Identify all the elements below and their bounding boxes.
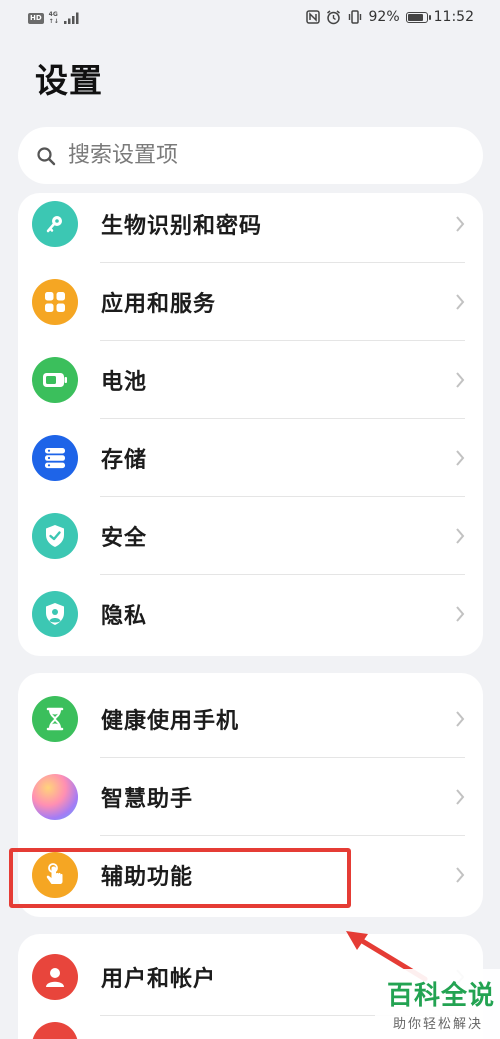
settings-item-storage[interactable]: 存储 xyxy=(18,419,483,497)
settings-group-1: 生物识别和密码 应用和服务 电池 存储 安全 隐私 xyxy=(18,193,483,656)
watermark: 百科全说 助你轻松解决 xyxy=(375,969,500,1039)
clock: 11:52 xyxy=(433,9,474,25)
search-input[interactable] xyxy=(66,142,450,169)
settings-item-assistant[interactable]: 智慧助手 xyxy=(18,758,483,836)
settings-item-label: 电池 xyxy=(101,370,148,395)
alarm-icon xyxy=(326,9,340,24)
settings-item-security[interactable]: 安全 xyxy=(18,497,483,575)
hd-badge: HD xyxy=(28,12,44,24)
watermark-title: 百科全说 xyxy=(387,981,496,1011)
settings-item-biometrics[interactable]: 生物识别和密码 xyxy=(18,193,483,263)
key-icon xyxy=(32,201,78,247)
settings-item-battery[interactable]: 电池 xyxy=(18,341,483,419)
settings-item-label: 存储 xyxy=(101,448,148,473)
settings-item-label: 智慧助手 xyxy=(101,787,194,812)
status-left: HD 4G ↑↓ xyxy=(28,11,80,25)
battery-icon xyxy=(32,357,78,403)
next-item-icon-partial xyxy=(32,1022,78,1039)
settings-item-digital-balance[interactable]: 健康使用手机 xyxy=(18,680,483,758)
search-icon xyxy=(37,146,56,165)
chevron-right-icon xyxy=(456,294,465,310)
settings-item-label: 安全 xyxy=(101,526,148,551)
chevron-right-icon xyxy=(456,450,465,466)
assistant-orb-icon xyxy=(32,774,78,820)
settings-item-privacy[interactable]: 隐私 xyxy=(18,575,483,653)
apps-grid-icon xyxy=(32,279,78,325)
search-bar[interactable] xyxy=(18,127,483,184)
battery-percent: 92% xyxy=(368,9,400,25)
status-right: 92% 11:52 xyxy=(305,9,474,25)
nfc-icon xyxy=(305,10,320,24)
settings-item-label: 应用和服务 xyxy=(101,292,217,317)
chevron-right-icon xyxy=(456,372,465,388)
privacy-shield-icon xyxy=(32,591,78,637)
battery-status-icon xyxy=(405,11,431,23)
signal-icon xyxy=(63,12,79,24)
chevron-right-icon xyxy=(456,606,465,622)
watermark-subtitle: 助你轻松解决 xyxy=(393,1017,484,1032)
storage-icon xyxy=(32,435,78,481)
chevron-right-icon xyxy=(456,216,465,232)
chevron-right-icon xyxy=(456,867,465,883)
shield-check-icon xyxy=(32,513,78,559)
settings-item-label: 用户和帐户 xyxy=(101,967,217,992)
chevron-right-icon xyxy=(456,789,465,805)
page-title: 设置 xyxy=(35,61,103,100)
chevron-right-icon xyxy=(456,528,465,544)
hourglass-icon xyxy=(32,696,78,742)
status-bar: HD 4G ↑↓ 92% 11:52 xyxy=(0,0,500,38)
settings-item-label: 生物识别和密码 xyxy=(101,214,263,239)
network-type: 4G ↑↓ xyxy=(48,11,59,25)
settings-item-label: 隐私 xyxy=(101,604,148,629)
chevron-right-icon xyxy=(456,711,465,727)
vibrate-icon xyxy=(348,10,361,24)
highlight-box xyxy=(9,848,351,908)
settings-item-label: 健康使用手机 xyxy=(101,709,240,734)
settings-item-apps-services[interactable]: 应用和服务 xyxy=(18,263,483,341)
user-icon xyxy=(32,954,78,1000)
